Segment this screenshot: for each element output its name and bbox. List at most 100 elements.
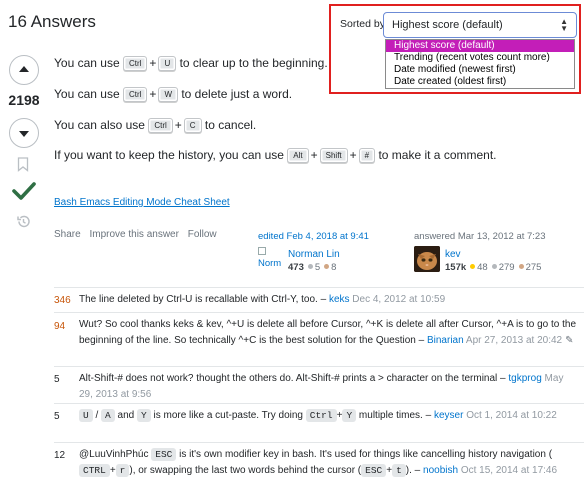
follow-link[interactable]: Follow bbox=[188, 229, 217, 240]
kbd-key: U bbox=[158, 56, 177, 71]
comment: U / A and Y is more like a cut-paste. Tr… bbox=[79, 408, 579, 424]
comment: Wut? So cool thanks keks & kev, ^+U is d… bbox=[79, 317, 579, 349]
comment-user-link[interactable]: tgkprog bbox=[508, 373, 541, 384]
kbd-key: Ctrl bbox=[122, 87, 148, 102]
gold-badge-count: 48 bbox=[477, 262, 488, 273]
answered-timestamp: answered Mar 13, 2012 at 7:23 bbox=[414, 231, 546, 242]
text: If you want to keep the history, you can… bbox=[54, 148, 284, 162]
answer-line: You can use Ctrl + W to delete just a word… bbox=[54, 87, 292, 102]
kbd-key: Ctrl bbox=[122, 56, 148, 71]
kbd-key: CTRL bbox=[79, 464, 110, 477]
comment-score: 94 bbox=[54, 321, 66, 332]
kbd-key: # bbox=[358, 148, 376, 163]
comment-user-link[interactable]: noobish bbox=[423, 465, 458, 476]
share-link[interactable]: Share bbox=[54, 229, 81, 240]
silver-badge-count: 5 bbox=[314, 262, 321, 273]
upvote-button[interactable] bbox=[9, 55, 39, 85]
kbd-key: W bbox=[158, 87, 178, 102]
plus-sign: + bbox=[310, 148, 318, 162]
comment-text: Alt-Shift-# does not work? thought the o… bbox=[79, 373, 506, 384]
comment-user-link[interactable]: Binarian bbox=[427, 335, 464, 346]
arrow-down-icon bbox=[19, 131, 29, 137]
text: multiple times. – bbox=[358, 410, 432, 421]
plus-sign: + bbox=[109, 465, 116, 476]
kbd-key: ESC bbox=[361, 464, 387, 477]
text: to cancel. bbox=[204, 118, 257, 132]
comment-date[interactable]: Oct 15, 2014 at 17:46 bbox=[461, 465, 557, 476]
author-reputation: 157k 48 279 275 bbox=[445, 262, 541, 273]
comment-date[interactable]: Apr 27, 2013 at 20:42 bbox=[466, 335, 562, 346]
downvote-button[interactable] bbox=[9, 118, 39, 148]
vote-count: 2198 bbox=[8, 92, 40, 108]
edited-timestamp-link[interactable]: edited Feb 4, 2018 at 9:41 bbox=[258, 231, 369, 242]
text: You can use bbox=[54, 56, 120, 70]
comment-text: The line deleted by Ctrl-U is recallable… bbox=[79, 294, 327, 305]
broken-image-icon bbox=[258, 247, 266, 255]
plus-sign: + bbox=[149, 56, 157, 70]
author-name-link[interactable]: kev bbox=[445, 249, 461, 260]
sort-option[interactable]: Date created (oldest first) bbox=[386, 76, 574, 88]
kbd-key: C bbox=[183, 118, 202, 133]
text: to clear up to the beginning. bbox=[179, 56, 328, 70]
avatar-alt-text: Norm bbox=[258, 258, 282, 269]
silver-badge-icon bbox=[491, 264, 497, 270]
comment-date[interactable]: Dec 4, 2012 at 10:59 bbox=[352, 294, 445, 305]
text: is it's own modifier key in bash. It's u… bbox=[179, 449, 553, 460]
sort-select[interactable]: Highest score (default) ▲ ▼ bbox=[383, 12, 577, 38]
plus-sign: + bbox=[174, 118, 182, 132]
bronze-badge-count: 8 bbox=[331, 262, 337, 273]
kbd-key: t bbox=[392, 464, 406, 477]
sort-options-list: Highest score (default) Trending (recent… bbox=[385, 39, 575, 89]
kbd-key: A bbox=[101, 409, 115, 422]
answer-line: If you want to keep the history, you can… bbox=[54, 148, 497, 163]
bronze-badge-count: 275 bbox=[525, 262, 542, 273]
silver-badge-icon bbox=[307, 264, 313, 270]
text: You can use bbox=[54, 87, 120, 101]
sort-control-highlight: Sorted by: Highest score (default) ▲ ▼ Hi… bbox=[329, 4, 581, 94]
sort-option[interactable]: Trending (recent votes count more) bbox=[386, 52, 574, 64]
divider bbox=[54, 287, 584, 288]
improve-answer-link[interactable]: Improve this answer bbox=[89, 229, 178, 240]
kbd-key: r bbox=[115, 464, 130, 477]
answer-line: You can also use Ctrl + C to cancel. bbox=[54, 118, 256, 133]
reputation-score: 473 bbox=[288, 262, 304, 273]
text: / bbox=[95, 410, 99, 421]
bronze-badge-icon bbox=[518, 264, 524, 270]
comment-score: 12 bbox=[54, 450, 66, 461]
accepted-check-icon bbox=[12, 182, 36, 200]
kbd-key: ESC bbox=[151, 448, 177, 461]
bookmark-icon[interactable] bbox=[17, 157, 29, 172]
kbd-key: Shift bbox=[319, 148, 348, 163]
bronze-badge-icon bbox=[324, 264, 330, 270]
text: @LuuVinhPhúc bbox=[79, 449, 149, 460]
comment-date[interactable]: Oct 1, 2014 at 10:22 bbox=[466, 410, 557, 421]
comment-user-link[interactable]: keks bbox=[329, 294, 350, 305]
sort-option[interactable]: Highest score (default) bbox=[386, 40, 574, 52]
comment-score: 346 bbox=[54, 295, 71, 306]
comment-score: 5 bbox=[54, 374, 60, 385]
arrow-up-icon bbox=[19, 66, 29, 72]
text: is more like a cut-paste. Try doing bbox=[153, 410, 303, 421]
post-menu: Share Improve this answer Follow bbox=[54, 229, 223, 240]
divider bbox=[54, 366, 584, 367]
sort-option[interactable]: Date modified (newest first) bbox=[386, 64, 574, 76]
text: and bbox=[117, 410, 135, 421]
plus-sign: + bbox=[349, 148, 357, 162]
answer-line: You can use Ctrl + U to clear up to the be… bbox=[54, 56, 328, 71]
comment-user-link[interactable]: keyser bbox=[434, 410, 463, 421]
kbd-key: Y bbox=[137, 409, 151, 422]
sort-selected-value: Highest score (default) bbox=[392, 19, 503, 31]
pencil-icon: ✎ bbox=[565, 335, 574, 346]
editor-avatar[interactable]: Norm bbox=[258, 247, 284, 273]
editor-reputation: 473 5 8 bbox=[288, 262, 336, 273]
comment: Alt-Shift-# does not work? thought the o… bbox=[79, 371, 579, 403]
text: to make it a comment. bbox=[378, 148, 497, 162]
author-avatar[interactable] bbox=[414, 246, 440, 272]
cheat-sheet-link[interactable]: Bash Emacs Editing Mode Cheat Sheet bbox=[54, 197, 230, 208]
editor-name-link[interactable]: Norman Lin bbox=[288, 249, 340, 260]
answers-heading: 16 Answers bbox=[8, 12, 96, 31]
gold-badge-icon bbox=[470, 264, 476, 270]
divider bbox=[54, 442, 584, 443]
comment-score: 5 bbox=[54, 411, 60, 422]
history-icon[interactable] bbox=[16, 214, 31, 229]
